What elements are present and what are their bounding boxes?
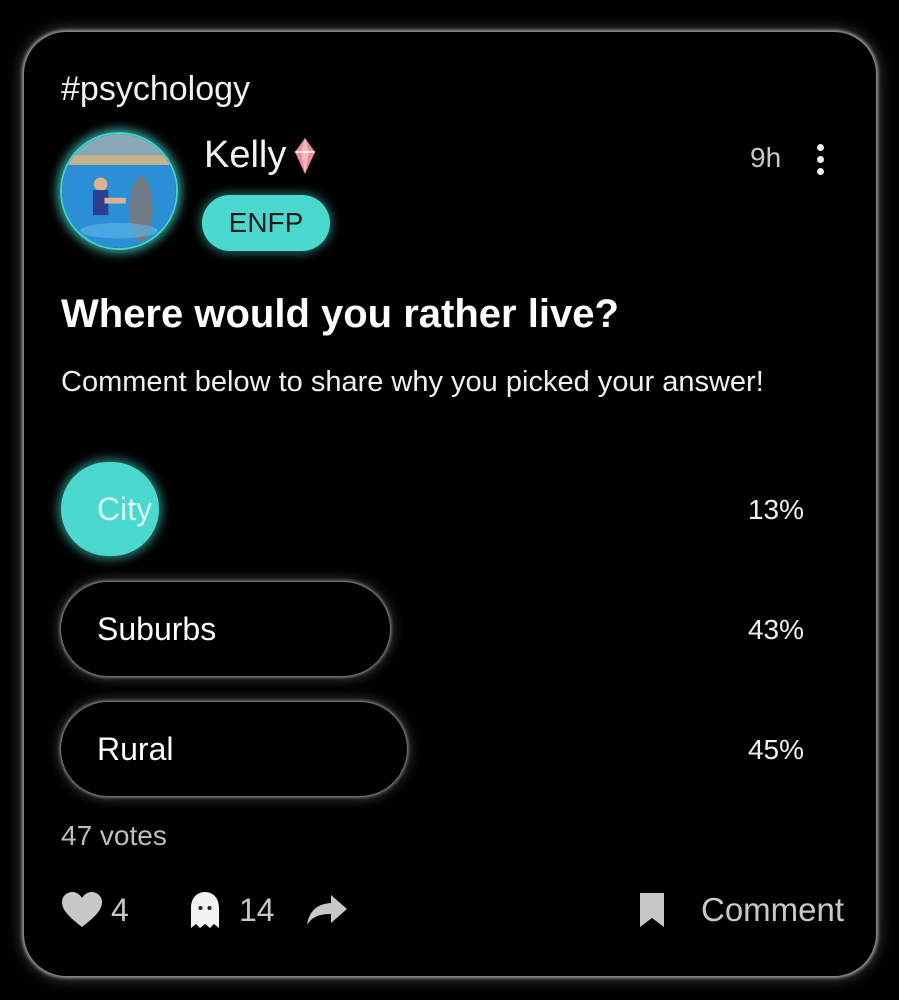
action-bar: 4 14 Comment (61, 887, 844, 933)
heart-icon (62, 892, 102, 927)
poll-option-rural[interactable]: Rural (61, 702, 407, 796)
poll-option-percent: 45% (747, 734, 804, 765)
ghost-count: 14 (239, 891, 275, 928)
more-options-icon[interactable] (808, 142, 832, 176)
comment-button[interactable]: Comment (701, 887, 844, 933)
poll-option-city[interactable]: City (61, 462, 159, 556)
ghost-icon (191, 892, 219, 928)
bookmark-icon (640, 893, 664, 927)
post-description: Comment below to share why you picked yo… (61, 366, 764, 398)
post-time: 9h (750, 142, 782, 173)
avatar-image (62, 134, 176, 248)
post-tag[interactable]: #psychology (61, 70, 250, 109)
post-card: #psychology Kelly ENFP 9h Where would yo… (24, 32, 876, 976)
avatar[interactable] (60, 132, 178, 250)
bookmark-button[interactable] (637, 887, 667, 933)
ghost-button[interactable]: 14 (189, 887, 275, 933)
poll-option-percent: 43% (747, 614, 804, 645)
pink-gem-icon (295, 137, 316, 174)
vote-count: 47 votes (61, 820, 167, 851)
mbti-badge[interactable]: ENFP (202, 195, 330, 251)
poll-question: Where would you rather live? (61, 292, 619, 336)
like-count: 4 (111, 891, 129, 928)
poll-option-suburbs[interactable]: Suburbs (61, 582, 390, 676)
author-name[interactable]: Kelly (204, 134, 316, 177)
poll-option-label: Rural (97, 730, 174, 767)
like-button[interactable]: 4 (61, 887, 129, 933)
share-icon (307, 895, 347, 925)
poll-option-label: Suburbs (97, 610, 217, 647)
author-name-text: Kelly (204, 134, 287, 176)
poll-option-percent: 13% (747, 494, 804, 525)
share-button[interactable] (305, 887, 349, 933)
poll-option-label: City (97, 490, 153, 527)
